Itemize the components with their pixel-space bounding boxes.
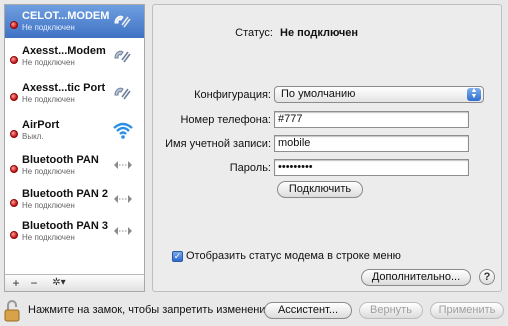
service-item-bluetooth-pan-2[interactable]: Bluetooth PAN 2 Не подключен	[5, 183, 144, 216]
service-status: Не подключен	[22, 95, 75, 104]
status-value: Не подключен	[280, 27, 359, 39]
sidebar-toolbar: + − ✲▾	[4, 274, 145, 292]
add-service-button[interactable]: +	[9, 276, 23, 290]
service-item-axesst-port[interactable]: Axesst...tic Port Не подключен	[5, 77, 144, 110]
service-item-airport[interactable]: AirPort Выкл.	[5, 114, 144, 147]
status-dot-icon	[10, 56, 18, 64]
status-dot-icon	[10, 130, 18, 138]
phone-icon	[114, 87, 131, 100]
configuration-label: Конфигурация:	[194, 89, 271, 101]
connection-arrows-icon	[114, 195, 132, 203]
connection-arrows-icon	[114, 227, 132, 235]
help-button[interactable]: ?	[479, 269, 495, 285]
service-name: Bluetooth PAN	[22, 154, 99, 166]
service-status: Не подключен	[22, 58, 75, 67]
status-dot-icon	[10, 165, 18, 173]
service-item-celot-modem[interactable]: CELOT...MODEM Не подключен	[5, 5, 144, 38]
bottom-bar: Нажмите на замок, чтобы запретить измене…	[0, 296, 508, 326]
service-name: Axesst...tic Port	[22, 82, 106, 94]
lock-icon[interactable]	[4, 300, 20, 322]
account-label: Имя учетной записи:	[165, 138, 271, 150]
status-label: Статус:	[235, 27, 273, 39]
service-item-bluetooth-pan[interactable]: Bluetooth PAN Не подключен	[5, 149, 144, 182]
service-status: Выкл.	[22, 132, 44, 141]
service-item-axesst-modem[interactable]: Axesst...Modem Не подключен	[5, 40, 144, 73]
phone-field[interactable]: #777	[274, 111, 469, 128]
configuration-value: По умолчанию	[281, 88, 356, 100]
password-field[interactable]: •••••••••	[274, 159, 469, 176]
phone-label: Номер телефона:	[180, 114, 271, 126]
status-dot-icon	[10, 21, 18, 29]
phone-icon	[114, 15, 131, 28]
status-dot-icon	[10, 231, 18, 239]
service-name: Axesst...Modem	[22, 45, 106, 57]
service-item-bluetooth-pan-3[interactable]: Bluetooth PAN 3 Не подключен	[5, 215, 144, 248]
lock-hint-text: Нажмите на замок, чтобы запретить измене…	[28, 304, 275, 316]
connection-arrows-icon	[114, 161, 132, 169]
show-status-label: Отобразить статус модема в строке меню	[186, 250, 401, 262]
show-status-checkbox[interactable]: ✓	[172, 251, 183, 262]
service-status: Не подключен	[22, 167, 75, 176]
service-name: AirPort	[22, 119, 60, 131]
select-arrows-icon: ▲ ▼	[467, 87, 481, 101]
service-name: Bluetooth PAN 2	[22, 188, 108, 200]
assistant-button[interactable]: Ассистент...	[264, 302, 352, 319]
status-dot-icon	[10, 93, 18, 101]
configuration-select[interactable]: По умолчанию ▲ ▼	[274, 86, 484, 103]
service-status: Не подключен	[22, 23, 75, 32]
detail-pane: Статус: Не подключен Конфигурация: По ум…	[152, 4, 502, 292]
apply-button[interactable]: Применить	[430, 302, 504, 319]
connect-button[interactable]: Подключить	[277, 181, 363, 198]
service-list[interactable]: CELOT...MODEM Не подключен Axesst...Mode…	[4, 4, 145, 292]
service-status: Не подключен	[22, 233, 75, 242]
advanced-button[interactable]: Дополнительно...	[361, 269, 471, 286]
action-menu-button[interactable]: ✲▾	[47, 276, 71, 290]
service-name: Bluetooth PAN 3	[22, 220, 108, 232]
wifi-icon	[113, 122, 133, 139]
remove-service-button[interactable]: −	[27, 276, 41, 290]
service-status: Не подключен	[22, 201, 75, 210]
account-field[interactable]: mobile	[274, 135, 469, 152]
revert-button[interactable]: Вернуть	[359, 302, 423, 319]
service-name: CELOT...MODEM	[22, 10, 110, 22]
phone-icon	[114, 50, 131, 63]
status-dot-icon	[10, 199, 18, 207]
password-label: Пароль:	[229, 162, 271, 174]
